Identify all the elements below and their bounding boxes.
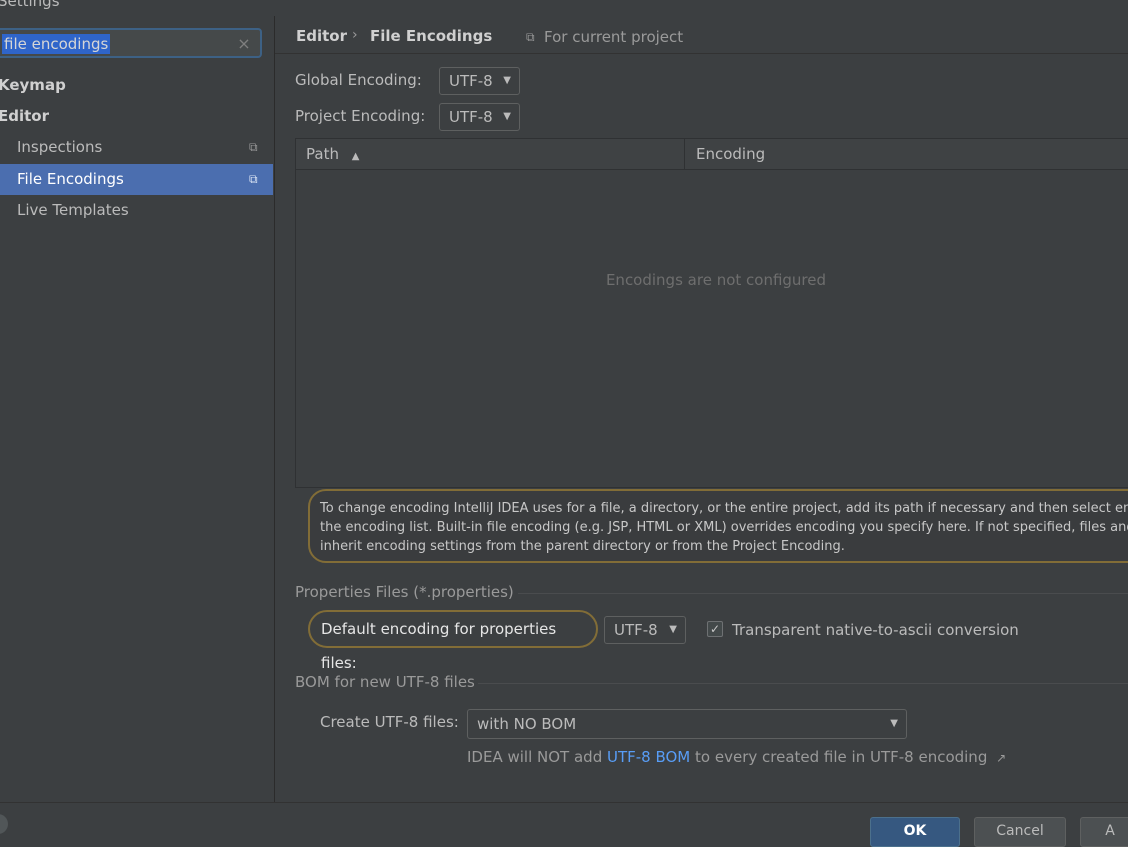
help-line: inherit encoding settings from the paren… [320,539,845,554]
create-utf8-label: Create UTF-8 files: [320,713,459,731]
bom-hint-suffix: to every created file in UTF-8 encoding [690,748,988,766]
ok-button[interactable]: OK [870,817,960,847]
sidebar-group-keymap[interactable]: Keymap [0,76,66,94]
help-line: the encoding list. Built-in file encodin… [320,520,1128,535]
project-encoding-label: Project Encoding: [295,107,426,125]
column-header-path[interactable]: Path ▲ [296,139,685,170]
chevron-down-icon: ▼ [669,624,677,635]
properties-section-title: Properties Files (*.properties) [295,583,514,601]
properties-default-encoding-label: Default encoding for properties files: [308,610,598,672]
encoding-help-text: To change encoding IntelliJ IDEA uses fo… [308,489,1128,563]
global-encoding-label: Global Encoding: [295,71,422,89]
chevron-down-icon: ▼ [503,75,511,86]
encodings-table[interactable]: Path ▲ Encoding Encodings are not config… [295,138,1128,488]
sort-ascending-icon: ▲ [351,151,360,162]
apply-button[interactable]: A [1080,817,1128,847]
sidebar-item-live-templates[interactable]: Live Templates [0,195,273,226]
sidebar-item-label: Inspections [17,138,103,156]
sidebar-item-inspections[interactable]: Inspections ⧉ [0,132,273,163]
sidebar-item-label: Live Templates [17,201,129,219]
table-empty-text: Encodings are not configured [605,271,827,289]
copy-icon: ⧉ [249,172,258,186]
clear-search-icon[interactable]: × [236,32,252,56]
bom-hint-prefix: IDEA will NOT add [467,748,607,766]
create-utf8-value: with NO BOM [477,715,577,733]
column-header-label: Path [306,145,339,163]
cancel-button[interactable]: Cancel [974,817,1066,847]
page-title: File Encodings [370,27,493,45]
sidebar-group-editor[interactable]: Editor [0,107,49,125]
sidebar-item-label: File Encodings [17,170,124,188]
project-scope-label: For current project [544,28,684,46]
global-encoding-value: UTF-8 [449,72,493,90]
chevron-down-icon: ▼ [890,718,898,729]
search-input-value[interactable]: file encodings [2,34,111,54]
transparent-conversion-checkbox[interactable]: ✓ [707,621,723,637]
section-divider [478,683,1128,684]
sidebar-item-file-encodings[interactable]: File Encodings ⧉ [0,164,273,195]
section-divider [518,593,1128,594]
properties-encoding-dropdown[interactable]: UTF-8 ▼ [604,616,686,644]
properties-encoding-value: UTF-8 [614,621,658,639]
transparent-conversion-label[interactable]: Transparent native-to-ascii conversion [732,621,1019,639]
column-header-encoding[interactable]: Encoding [685,139,1128,170]
external-link-icon: ↗ [996,751,1007,765]
search-input[interactable]: file encodings × [0,28,262,58]
create-utf8-dropdown[interactable]: with NO BOM ▼ [467,709,907,739]
window-title: Settings [0,0,60,10]
breadcrumb-separator: › [352,27,358,43]
column-header-label: Encoding [696,145,766,163]
project-scope-icon: ⧉ [526,30,535,44]
bom-section-title: BOM for new UTF-8 files [295,673,475,691]
copy-icon: ⧉ [249,140,258,154]
project-encoding-dropdown[interactable]: UTF-8 ▼ [439,103,520,131]
project-encoding-value: UTF-8 [449,108,493,126]
breadcrumb-parent[interactable]: Editor [296,27,347,45]
bom-hint: IDEA will NOT add UTF-8 BOM to every cre… [467,748,1006,766]
utf8-bom-link[interactable]: UTF-8 BOM [607,748,690,766]
chevron-down-icon: ▼ [503,111,511,122]
help-line: To change encoding IntelliJ IDEA uses fo… [320,501,1128,516]
global-encoding-dropdown[interactable]: UTF-8 ▼ [439,67,520,95]
